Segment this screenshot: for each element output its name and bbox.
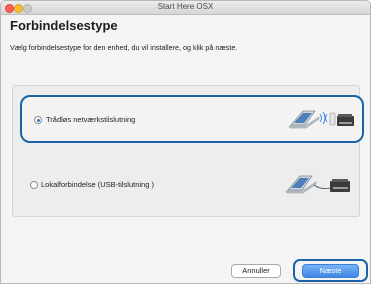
wireless-connection-icon [289, 110, 354, 129]
wireless-option-label[interactable]: Trådløs netværkstilslutning [46, 115, 135, 124]
title-bar[interactable]: Start Here OSX [1, 1, 370, 15]
next-button[interactable]: Næste [302, 264, 359, 278]
usb-option-label[interactable]: Lokalforbindelse (USB-tilslutning ) [41, 180, 154, 189]
wireless-radio-button[interactable] [34, 116, 42, 124]
usb-connection-icon [286, 175, 350, 194]
page-title: Forbindelsestype [10, 18, 118, 33]
cancel-button[interactable]: Annuller [231, 264, 281, 278]
option-wireless[interactable]: Trådløs netværkstilslutning [20, 95, 364, 143]
usb-radio-button[interactable] [30, 181, 38, 189]
window-title: Start Here OSX [157, 2, 214, 11]
instruction-text: Vælg forbindelsestype for den enhed, du … [10, 43, 238, 52]
option-usb[interactable]: Lokalforbindelse (USB-tilslutning ) [20, 160, 364, 210]
next-button-highlight: Næste [293, 259, 368, 282]
